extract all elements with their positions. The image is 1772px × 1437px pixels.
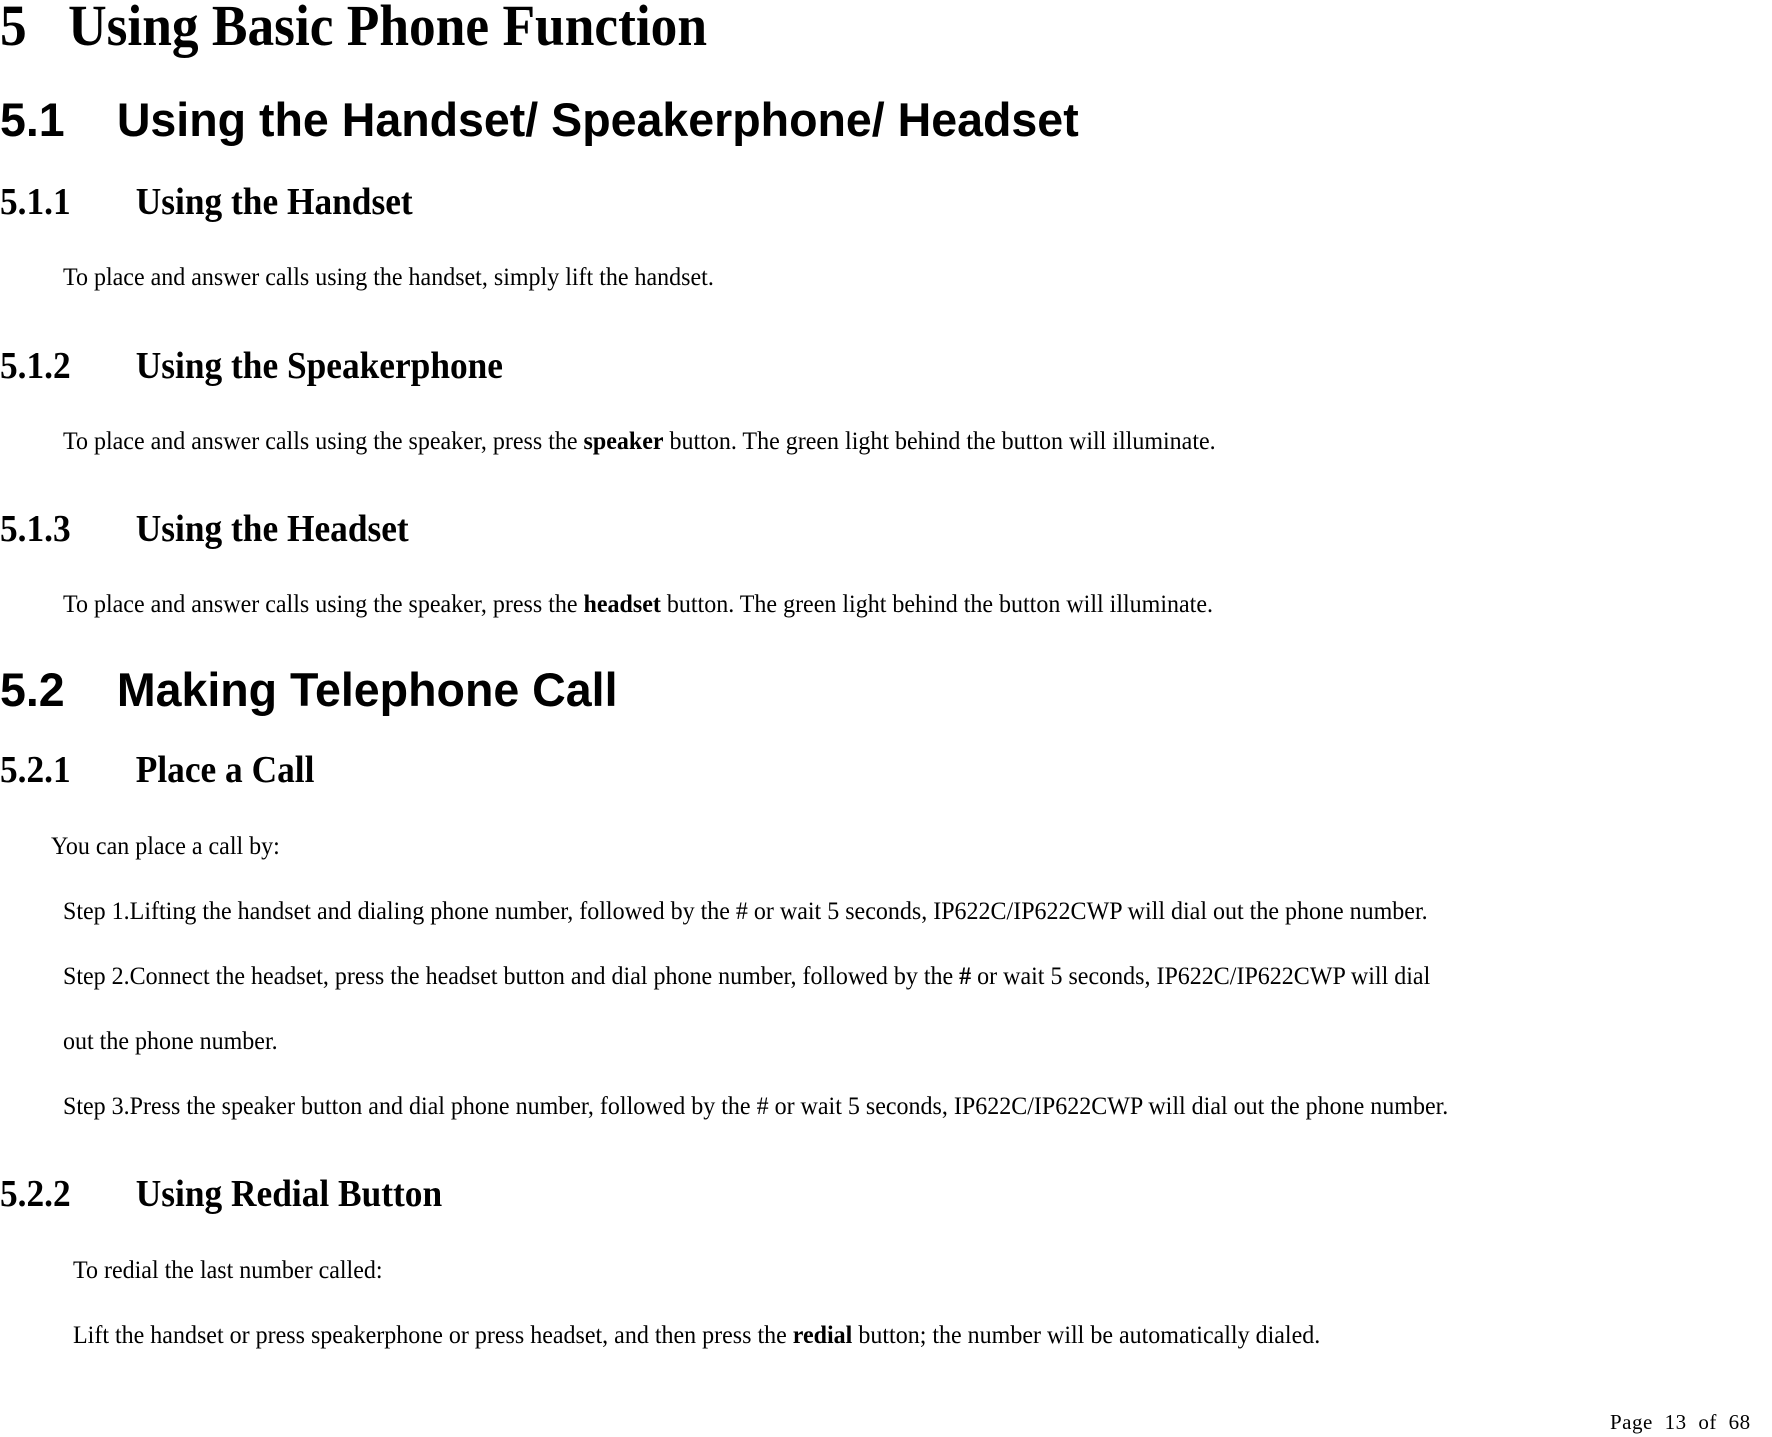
section-title: Making Telephone Call bbox=[116, 663, 618, 716]
subsection-number: 5.1.2 bbox=[0, 345, 71, 387]
page-number: 13 bbox=[1664, 1410, 1687, 1434]
text: or wait 5 seconds, IP622C/IP622CWP will … bbox=[971, 963, 1431, 990]
text: Step 2.Connect the headset, press the he… bbox=[63, 963, 960, 990]
paragraph-redial: Lift the handset or press speakerphone o… bbox=[73, 1322, 1320, 1350]
text: To place and answer calls using the spea… bbox=[63, 591, 584, 618]
step-1: Step 1.Lifting the handset and dialing p… bbox=[63, 898, 1428, 925]
subsection-heading-5-2-2: 5.2.2 Using Redial Button bbox=[0, 1172, 442, 1216]
subsection-title: Using the Speakerphone bbox=[135, 345, 503, 387]
subsection-title: Using the Headset bbox=[135, 508, 409, 550]
paragraph-handset: To place and answer calls using the hand… bbox=[63, 264, 714, 291]
paragraph-speakerphone: To place and answer calls using the spea… bbox=[63, 428, 1216, 456]
subsection-heading-5-2-1: 5.2.1 Place a Call bbox=[0, 748, 314, 792]
section-heading-5-1: 5.1 Using the Handset/ Speakerphone/ Head… bbox=[0, 92, 1079, 147]
bold-term: speaker bbox=[583, 428, 664, 455]
text: button. The green light behind the butto… bbox=[663, 428, 1216, 455]
chapter-heading: 5 Using Basic Phone Function bbox=[0, 0, 707, 59]
subsection-number: 5.1.1 bbox=[0, 181, 71, 223]
text: button; the number will be automatically… bbox=[852, 1322, 1321, 1349]
section-number: 5.1 bbox=[0, 93, 65, 146]
section-title: Using the Handset/ Speakerphone/ Headset bbox=[116, 93, 1079, 146]
total-pages: 68 bbox=[1728, 1410, 1751, 1434]
subsection-heading-5-1-3: 5.1.3 Using the Headset bbox=[0, 507, 409, 551]
step-2-continued: out the phone number. bbox=[63, 1028, 278, 1055]
section-number: 5.2 bbox=[0, 663, 65, 716]
paragraph-place-call-intro: You can place a call by: bbox=[51, 833, 280, 860]
step-3: Step 3.Press the speaker button and dial… bbox=[63, 1093, 1449, 1120]
subsection-number: 5.2.2 bbox=[0, 1173, 71, 1215]
subsection-title: Place a Call bbox=[135, 749, 315, 791]
paragraph-headset: To place and answer calls using the spea… bbox=[63, 591, 1213, 619]
subsection-title: Using the Handset bbox=[135, 181, 413, 223]
bold-term: headset bbox=[583, 591, 661, 618]
page-footer: Page 13 of 68 bbox=[1610, 1410, 1751, 1435]
bold-term: redial bbox=[792, 1322, 853, 1349]
text: To place and answer calls using the spea… bbox=[63, 428, 584, 455]
subsection-number: 5.1.3 bbox=[0, 508, 71, 550]
text: Lift the handset or press speakerphone o… bbox=[73, 1322, 793, 1349]
subsection-heading-5-1-1: 5.1.1 Using the Handset bbox=[0, 180, 413, 224]
page-label: Page bbox=[1610, 1410, 1653, 1434]
paragraph-redial-intro: To redial the last number called: bbox=[73, 1257, 383, 1284]
of-label: of bbox=[1698, 1410, 1717, 1434]
text: button. The green light behind the butto… bbox=[660, 591, 1214, 618]
subsection-heading-5-1-2: 5.1.2 Using the Speakerphone bbox=[0, 344, 503, 388]
chapter-number: 5 bbox=[0, 0, 27, 58]
section-heading-5-2: 5.2 Making Telephone Call bbox=[0, 662, 618, 717]
step-2: Step 2.Connect the headset, press the he… bbox=[63, 963, 1430, 991]
chapter-title: Using Basic Phone Function bbox=[68, 0, 708, 58]
bold-term: # bbox=[959, 963, 972, 990]
subsection-number: 5.2.1 bbox=[0, 749, 71, 791]
document-page: 5 Using Basic Phone Function 5.1 Using the… bbox=[0, 0, 1772, 1437]
subsection-title: Using Redial Button bbox=[135, 1173, 443, 1215]
